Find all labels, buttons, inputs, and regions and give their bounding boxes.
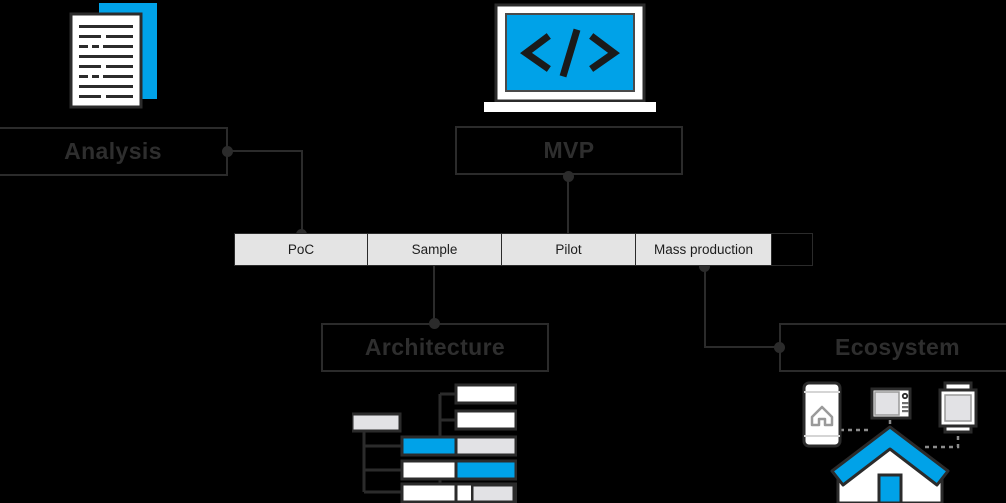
documents-illustration	[55, 0, 185, 122]
node-dot-ecosystem-in	[774, 342, 785, 353]
node-dot-architecture-in	[429, 318, 440, 329]
phase-label-ecosystem: Ecosystem	[834, 334, 961, 360]
appliance-icon	[870, 387, 912, 420]
timeline-cell-poc[interactable]: PoC	[234, 233, 368, 266]
timeline-cell-label: Pilot	[555, 242, 582, 257]
phase-box-architecture[interactable]: Architecture	[321, 323, 549, 372]
smart-home-ecosystem-illustration	[790, 375, 990, 503]
smartwatch-icon	[938, 381, 978, 434]
connector-analysis-to-poc-horizontal	[227, 150, 303, 152]
timeline-cell-label: PoC	[287, 242, 315, 257]
phase-label-mvp: MVP	[543, 137, 595, 163]
laptop-code-illustration	[484, 3, 656, 115]
timeline-cell-sample[interactable]: Sample	[367, 233, 502, 266]
timeline-cell-overflow[interactable]	[771, 233, 813, 266]
timeline-cell-label: Sample	[411, 242, 458, 257]
timeline-bar: PoC Sample Pilot Mass production	[234, 233, 813, 266]
phase-label-architecture: Architecture	[364, 334, 506, 360]
connector-analysis-to-poc-vertical	[301, 150, 303, 235]
connector-massproduction-to-ecosystem-vertical	[704, 265, 706, 348]
timeline-cell-mass-production[interactable]: Mass production	[635, 233, 772, 266]
roadmap-diagram: Analysis MVP Architecture Ecosystem PoC …	[0, 0, 1006, 503]
phase-box-mvp[interactable]: MVP	[455, 126, 683, 175]
house-icon	[830, 425, 950, 503]
node-dot-analysis-out	[222, 146, 233, 157]
connector-mvp-to-pilot	[567, 175, 569, 235]
connector-massproduction-to-ecosystem-horizontal	[704, 346, 784, 348]
node-dot-mvp-out	[563, 171, 574, 182]
phase-box-ecosystem[interactable]: Ecosystem	[779, 323, 1006, 372]
architecture-tree-trailing-node	[471, 484, 515, 503]
timeline-cell-pilot[interactable]: Pilot	[501, 233, 636, 266]
phase-label-analysis: Analysis	[64, 138, 162, 164]
phase-box-analysis[interactable]: Analysis	[0, 127, 228, 176]
timeline-cell-label: Mass production	[653, 242, 754, 257]
phone-icon	[802, 381, 842, 448]
connector-sample-to-architecture	[433, 265, 435, 325]
